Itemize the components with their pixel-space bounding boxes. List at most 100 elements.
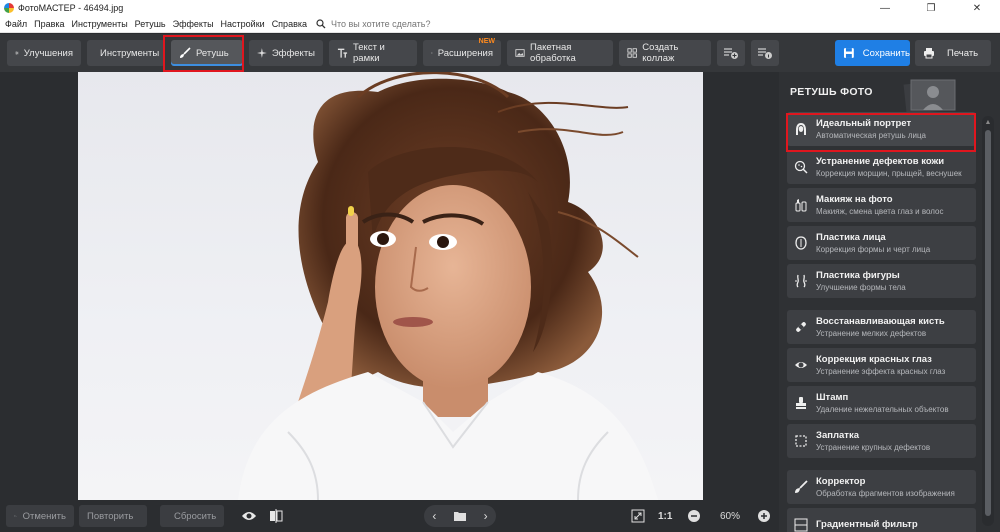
- tool-body-plastic[interactable]: Пластика фигуры Улучшение формы тела: [787, 264, 976, 298]
- stamp-icon: [793, 395, 809, 411]
- undo-label: Отменить: [22, 510, 66, 522]
- queue-info-button[interactable]: [751, 40, 779, 66]
- image-navigation: ‹ ›: [424, 505, 496, 527]
- list-info-icon: [758, 48, 772, 59]
- compare-button[interactable]: [268, 505, 284, 527]
- tool-skin-defects[interactable]: Устранение дефектов кожи Коррекция морщин…: [787, 150, 976, 184]
- tool-gradient-filter[interactable]: Градиентный фильтр: [787, 508, 976, 532]
- bottom-bar: Отменить Повторить Сбросить ‹ › 1:1 60%: [0, 500, 779, 532]
- scroll-thumb[interactable]: [985, 130, 991, 516]
- highlight-retouch-tab: [163, 35, 244, 72]
- floppy-icon: [843, 48, 854, 58]
- tool-desc: Устранение эффекта красных глаз: [816, 366, 946, 376]
- panel-scrollbar[interactable]: ▲: [982, 116, 994, 526]
- menu-search: [316, 19, 471, 29]
- menu-bar: Файл Правка Инструменты Ретушь Эффекты Н…: [0, 16, 1000, 33]
- fullscreen-icon: [631, 509, 645, 523]
- photo-stack-illustration: [903, 79, 956, 112]
- tab-label: Эффекты: [271, 47, 315, 59]
- save-button[interactable]: Сохранить: [835, 40, 910, 66]
- next-image-button[interactable]: ›: [484, 509, 488, 523]
- zoom-in-button[interactable]: [757, 505, 771, 527]
- search-icon: [316, 19, 326, 29]
- zoom-out-button[interactable]: [687, 505, 701, 527]
- tab-extensions[interactable]: Расширения NEW: [423, 38, 501, 66]
- menu-tools[interactable]: Инструменты: [72, 19, 128, 29]
- menu-effects[interactable]: Эффекты: [173, 19, 214, 29]
- tool-desc: Удаление нежелательных объектов: [816, 404, 949, 414]
- canvas-area[interactable]: [0, 72, 779, 500]
- new-badge: NEW: [478, 38, 495, 45]
- reset-label: Сбросить: [174, 510, 217, 522]
- maximize-button[interactable]: ❐: [908, 0, 954, 16]
- menu-help[interactable]: Справка: [272, 19, 307, 29]
- tool-desc: Макияж, смена цвета глаз и волос: [816, 206, 944, 216]
- zoom-ratio-button[interactable]: 1:1: [658, 505, 672, 527]
- fit-screen-button[interactable]: [629, 505, 647, 527]
- tool-title: Пластика лица: [816, 231, 886, 243]
- printer-icon: [924, 48, 934, 59]
- compare-icon: [270, 509, 283, 523]
- tool-stamp[interactable]: Штамп Удаление нежелательных объектов: [787, 386, 976, 420]
- tool-desc: Обработка фрагментов изображения: [816, 488, 955, 498]
- tool-desc: Устранение мелких дефектов: [816, 328, 927, 338]
- title-bar: ФотоМАСТЕР - 46494.jpg — ❐ ✕: [0, 0, 1000, 16]
- tool-title: Корректор: [816, 475, 866, 487]
- folder-icon[interactable]: [453, 510, 467, 522]
- tab-label: Расширения: [437, 47, 493, 59]
- tool-title: Коррекция красных глаз: [816, 353, 932, 365]
- tool-title: Макияж на фото: [816, 193, 893, 205]
- tab-tools[interactable]: Инструменты: [87, 40, 165, 66]
- close-button[interactable]: ✕: [954, 0, 1000, 16]
- collage-icon: [627, 48, 637, 58]
- minimize-button[interactable]: —: [862, 0, 908, 16]
- bandage-icon: [793, 319, 809, 335]
- redo-label: Повторить: [87, 510, 134, 522]
- undo-button[interactable]: Отменить: [6, 505, 74, 527]
- tool-title: Восстанавливающая кисть: [816, 315, 945, 327]
- retouch-tools-list: Идеальный портрет Автоматическая ретушь л…: [787, 112, 976, 532]
- corrector-icon: [793, 479, 809, 495]
- tool-desc: Улучшение формы тела: [816, 282, 906, 292]
- body-shape-icon: [793, 273, 809, 289]
- tab-improvements[interactable]: Улучшения: [7, 40, 81, 66]
- menu-file[interactable]: Файл: [5, 19, 27, 29]
- menu-settings[interactable]: Настройки: [221, 19, 265, 29]
- plus-circle-icon: [758, 510, 770, 522]
- tab-batch[interactable]: Пакетная обработка: [507, 40, 613, 66]
- photo-preview[interactable]: [78, 72, 703, 500]
- group-separator: [787, 462, 976, 470]
- makeup-icon: [793, 197, 809, 213]
- menu-retouch[interactable]: Ретушь: [135, 19, 166, 29]
- prev-image-button[interactable]: ‹: [432, 509, 436, 523]
- sliders-icon: [15, 51, 19, 55]
- tool-desc: Устранение крупных дефектов: [816, 442, 931, 452]
- tool-corrector[interactable]: Корректор Обработка фрагментов изображени…: [787, 470, 976, 504]
- preview-toggle-button[interactable]: [240, 505, 258, 527]
- tool-title: Заплатка: [816, 429, 859, 441]
- tool-patch[interactable]: Заплатка Устранение крупных дефектов: [787, 424, 976, 458]
- tab-collage[interactable]: Создать коллаж: [619, 40, 711, 66]
- tab-effects[interactable]: Эффекты: [249, 40, 323, 66]
- tool-makeup[interactable]: Макияж на фото Макияж, смена цвета глаз и…: [787, 188, 976, 222]
- face-shape-icon: [793, 235, 809, 251]
- eye-icon: [242, 512, 256, 520]
- tool-healing-brush[interactable]: Восстанавливающая кисть Устранение мелких…: [787, 310, 976, 344]
- queue-add-button[interactable]: [717, 40, 745, 66]
- tab-text-frames[interactable]: Текст и рамки: [329, 40, 417, 66]
- search-input[interactable]: [331, 19, 471, 29]
- text-icon: [337, 48, 348, 58]
- print-button[interactable]: Печать: [915, 40, 991, 66]
- tool-face-plastic[interactable]: Пластика лица Коррекция формы и черт лица: [787, 226, 976, 260]
- scroll-up-icon[interactable]: ▲: [984, 119, 992, 127]
- tab-label: Инструменты: [100, 47, 160, 59]
- tab-label: Пакетная обработка: [530, 42, 576, 64]
- gradient-icon: [793, 517, 809, 532]
- redo-button[interactable]: Повторить: [79, 505, 147, 527]
- zoom-level[interactable]: 60%: [720, 505, 740, 527]
- sparkle-icon: [257, 48, 267, 58]
- portrait-photo: [238, 72, 658, 500]
- tool-red-eye[interactable]: Коррекция красных глаз Устранение эффекта…: [787, 348, 976, 382]
- menu-edit[interactable]: Правка: [34, 19, 64, 29]
- reset-button[interactable]: Сбросить: [160, 505, 224, 527]
